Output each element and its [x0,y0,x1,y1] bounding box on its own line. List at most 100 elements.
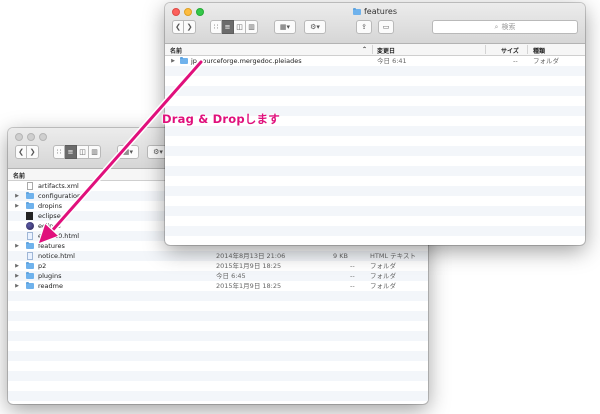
empty-row [8,391,428,401]
file-icon [27,182,33,190]
arrange-button[interactable]: ▦▾ [274,20,296,34]
empty-row [8,321,428,331]
forward-button[interactable]: ❯ [184,20,196,34]
column-name-header[interactable]: 名前 [13,171,25,180]
back-button[interactable]: ❮ [15,145,27,159]
chevron-left-icon: ❮ [18,148,24,156]
disclosure-triangle-icon[interactable]: ▶ [14,271,20,281]
empty-row [8,311,428,321]
empty-row [165,86,585,96]
list-item[interactable]: ▶ plugins 今日 6:45 -- フォルダ [8,271,428,281]
close-button[interactable] [15,133,23,141]
column-view-icon: ◫ [236,23,243,31]
empty-row [165,146,585,156]
search-icon: ⌕ [494,22,499,31]
empty-row [165,66,585,76]
search-field[interactable]: ⌕ 検索 [432,20,578,34]
forward-button[interactable]: ❯ [27,145,39,159]
icon-view-button[interactable]: ∷ [53,145,65,159]
list-item[interactable]: notice.html 2014年8月13日 21:06 9 KB HTML テ… [8,251,428,261]
app-icon [26,222,34,230]
list-item[interactable]: ▶ readme 2015年1月9日 18:25 -- フォルダ [8,281,428,291]
column-name-header[interactable]: 名前 [170,46,182,55]
empty-row [165,126,585,136]
drag-drop-caption: Drag & Dropします [162,112,280,126]
item-name: artifacts.xml [38,182,79,190]
item-modified: 2014年8月13日 21:06 [216,252,286,260]
list-view-button[interactable]: ≡ [65,145,77,159]
window-title: features [165,7,585,16]
empty-row [165,166,585,176]
zoom-button[interactable] [39,133,47,141]
folder-icon [26,282,34,289]
item-name: eclipse [38,222,61,230]
folder-icon [26,242,34,249]
column-header[interactable]: 名前 ⌃ 変更日 サイズ 種類 [165,44,585,56]
disclosure-triangle-icon[interactable]: ▶ [14,261,20,271]
back-button[interactable]: ❮ [172,20,184,34]
column-size-header[interactable]: サイズ [501,46,519,55]
list-view-button[interactable]: ≡ [222,20,234,34]
empty-row [165,96,585,106]
item-size: -- [350,272,355,280]
disclosure-triangle-icon[interactable]: ▶ [170,56,176,66]
list-item[interactable]: ▶ p2 2015年1月9日 18:25 -- フォルダ [8,261,428,271]
item-name: notice.html [38,252,75,260]
disclosure-triangle-icon[interactable]: ▶ [14,281,20,291]
html-icon [27,252,33,260]
item-modified: 2015年1月9日 18:25 [216,282,282,290]
arrange-button[interactable]: ▦▾ [117,145,139,159]
column-kind-header[interactable]: 種類 [533,46,545,55]
action-button[interactable]: ⚙▾ [304,20,326,34]
minimize-button[interactable] [27,133,35,141]
item-modified: 今日 6:45 [216,272,246,280]
list-view-icon: ≡ [224,23,231,31]
empty-row [165,176,585,186]
item-size: -- [513,57,518,65]
empty-row [165,76,585,86]
disclosure-triangle-icon[interactable]: ▶ [14,191,20,201]
disclosure-triangle-icon[interactable]: ▶ [14,241,20,251]
file-list[interactable]: ▶ jp.sourceforge.mergedoc.pleiades 今日 6:… [165,56,585,245]
icon-view-icon: ∷ [56,148,62,156]
empty-row [165,236,585,245]
titlebar[interactable]: features ❮ ❯ ∷ ≡ ◫ ▥ ▦▾ ⚙▾ ⇪ ▭ ⌕ 検索 [165,3,585,44]
list-item[interactable]: ▶ jp.sourceforge.mergedoc.pleiades 今日 6:… [165,56,585,66]
folder-icon [26,202,34,209]
item-name: configuration [38,192,82,200]
chevron-right-icon: ❯ [186,23,193,31]
empty-row [8,341,428,351]
chevron-right-icon: ❯ [29,148,36,156]
folder-icon [180,57,188,64]
empty-row [8,301,428,311]
icon-view-icon: ∷ [213,23,219,31]
item-name: plugins [38,272,62,280]
column-view-button[interactable]: ◫ [77,145,89,159]
empty-row [165,136,585,146]
exec-icon [26,212,33,220]
item-name: eclipse [38,212,61,220]
gear-icon: ⚙▾ [310,23,320,31]
empty-row [165,196,585,206]
empty-row [165,156,585,166]
item-name: features [38,242,65,250]
gear-icon: ⚙▾ [153,148,163,156]
share-button[interactable]: ⇪ [356,20,372,34]
tags-button[interactable]: ▭ [378,20,394,34]
column-view-button[interactable]: ◫ [234,20,246,34]
empty-row [165,186,585,196]
item-kind: HTML テキスト [370,252,416,260]
share-icon: ⇪ [361,23,367,31]
tag-icon: ▭ [382,23,390,31]
disclosure-triangle-icon[interactable]: ▶ [14,201,20,211]
item-kind: フォルダ [533,57,559,65]
arrange-icon: ▦▾ [122,148,134,156]
empty-row [8,331,428,341]
coverflow-view-button[interactable]: ▥ [89,145,101,159]
folder-icon [26,272,34,279]
icon-view-button[interactable]: ∷ [210,20,222,34]
column-modified-header[interactable]: 変更日 [377,46,395,55]
folder-icon [26,192,34,199]
coverflow-view-button[interactable]: ▥ [246,20,258,34]
empty-row [8,291,428,301]
